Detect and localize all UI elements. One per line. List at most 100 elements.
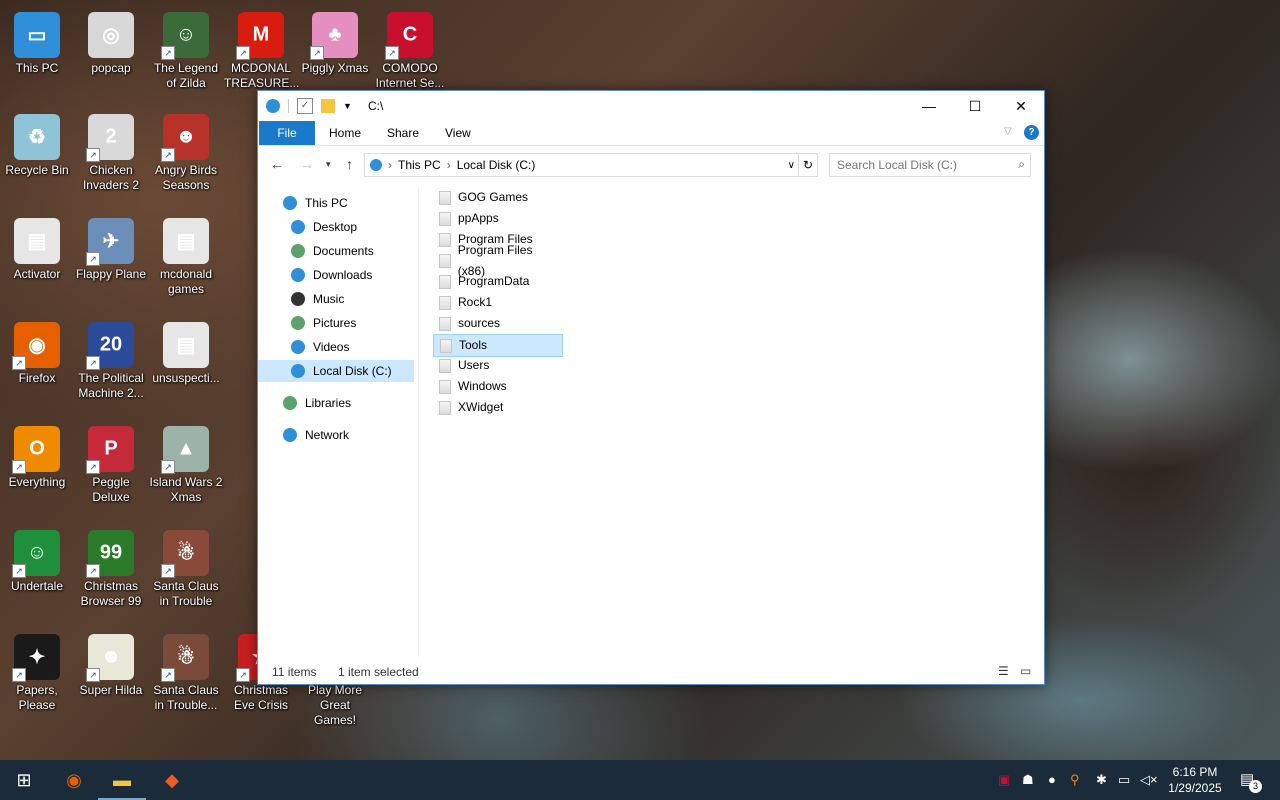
close-button[interactable]: ✕: [998, 91, 1044, 121]
search-box[interactable]: ⌕: [829, 153, 1031, 177]
desktop-icon-label: The Legend of Zilda: [153, 61, 219, 90]
folder-item[interactable]: sources: [433, 313, 561, 334]
folder-item[interactable]: Tools: [433, 334, 563, 357]
folder-item[interactable]: ppApps: [433, 208, 561, 229]
brave-taskbar-icon[interactable]: ◆: [148, 760, 196, 800]
tab-home[interactable]: Home: [315, 121, 375, 145]
desktop-icon-mcdonald-games[interactable]: ▤ mcdonald games: [149, 214, 223, 297]
tab-share[interactable]: Share: [373, 121, 433, 145]
nav-item-local-disk-c[interactable]: Local Disk (C:): [258, 360, 414, 382]
desktop-icon-unsuspecti[interactable]: ▤ unsuspecti...: [149, 318, 223, 386]
desktop-icon-comodo-internet-se[interactable]: C ↗ COMODO Internet Se...: [373, 8, 447, 91]
desktop-icon-piggly-xmas[interactable]: ♣ ↗ Piggly Xmas: [298, 8, 372, 76]
folder-name: ProgramData: [458, 274, 530, 288]
properties-icon[interactable]: ✓: [297, 98, 313, 114]
title-bar[interactable]: ✓ ▼ C:\ — ☐ ✕: [258, 91, 1044, 121]
folder-item[interactable]: XWidget: [433, 397, 561, 418]
search-input[interactable]: [830, 154, 1009, 176]
desktop-icon-firefox[interactable]: ◉ ↗ Firefox: [0, 318, 74, 386]
nav-item-documents[interactable]: Documents: [258, 240, 414, 262]
details-view-icon[interactable]: ☰: [998, 664, 1009, 678]
tab-view[interactable]: View: [431, 121, 485, 145]
desktop-icon-flappy-plane[interactable]: ✈ ↗ Flappy Plane: [74, 214, 148, 282]
tab-file[interactable]: File: [259, 121, 315, 145]
desktop-icon-label: Papers, Please: [16, 683, 58, 712]
nav-item-libraries[interactable]: Libraries: [258, 392, 414, 414]
everything-tray-icon[interactable]: ⚲: [1070, 760, 1080, 800]
people-tray-icon[interactable]: ☗: [1022, 760, 1034, 800]
maximize-button[interactable]: ☐: [952, 91, 998, 121]
minimize-button[interactable]: —: [906, 91, 952, 121]
folder-item[interactable]: Program Files (x86): [433, 243, 561, 278]
refresh-icon: ↻: [802, 158, 814, 172]
nav-item-pictures[interactable]: Pictures: [258, 312, 414, 334]
desktop-icon-chicken-invaders-2[interactable]: 2 ↗ Chicken Invaders 2: [74, 110, 148, 193]
desktop-icon-santa-claus-in-trouble[interactable]: ☃ ↗ Santa Claus in Trouble...: [149, 630, 223, 713]
icon-glyph: ☃: [177, 646, 195, 669]
downloads-icon: [291, 268, 305, 282]
folder-name: Rock1: [458, 295, 493, 309]
desktop-icon-undertale[interactable]: ☺ ↗ Undertale: [0, 526, 74, 594]
the-legend-of-zilda-icon: ☺ ↗: [161, 12, 209, 60]
water-drop-tray-icon[interactable]: ●: [1048, 760, 1056, 800]
desktop-icon-papers-please[interactable]: ✦ ↗ Papers, Please: [0, 630, 74, 713]
nav-item-this-pc[interactable]: This PC: [258, 192, 414, 214]
folder-item[interactable]: Windows: [433, 376, 561, 397]
folder-name: Windows: [458, 379, 507, 393]
sparkle-tray-icon[interactable]: ✱: [1096, 760, 1107, 800]
folder-item[interactable]: Users: [433, 355, 561, 376]
desktop-icon-activator[interactable]: ▤ Activator: [0, 214, 74, 282]
desktop-icon-santa-claus-in-trouble[interactable]: ☃ ↗ Santa Claus in Trouble: [149, 526, 223, 609]
desktop-icon-peggle-deluxe[interactable]: P ↗ Peggle Deluxe: [74, 422, 148, 505]
desktop-icon-angry-birds-seasons[interactable]: ☻ ↗ Angry Birds Seasons: [149, 110, 223, 193]
file-explorer-taskbar-icon[interactable]: ▬: [98, 760, 146, 800]
desktop-icon-popcap[interactable]: ◎ popcap: [74, 8, 148, 76]
desktop-icon-the-legend-of-zilda[interactable]: ☺ ↗ The Legend of Zilda: [149, 8, 223, 91]
firefox-taskbar-icon[interactable]: ◉: [50, 760, 98, 800]
refresh-button[interactable]: ↻: [798, 153, 818, 177]
folder-item[interactable]: Rock1: [433, 292, 561, 313]
address-bar[interactable]: › This PC › Local Disk (C:) ∨: [364, 153, 818, 177]
expand-ribbon-chevron-icon[interactable]: ▽: [1004, 126, 1012, 137]
nav-item-label: Music: [313, 292, 345, 306]
windows-start-icon[interactable]: ⊞: [0, 760, 48, 800]
desktop-icon-island-wars-2-xmas[interactable]: ▲ ↗ Island Wars 2 Xmas: [149, 422, 223, 505]
icon-glyph: M: [252, 23, 270, 46]
comodo-tray-icon[interactable]: ▣: [998, 760, 1010, 800]
folder-item[interactable]: ProgramData: [433, 271, 561, 292]
up-arrow-icon[interactable]: ↑: [346, 156, 353, 172]
desktop-icon-this-pc[interactable]: ▭ This PC: [0, 8, 74, 76]
shortcut-arrow-icon: ↗: [161, 460, 175, 474]
desktop-icon-the-political-machine-2[interactable]: 20 ↗ The Political Machine 2...: [74, 318, 148, 401]
folder-item[interactable]: GOG Games: [433, 187, 561, 208]
nav-item-network[interactable]: Network: [258, 424, 414, 446]
new-folder-icon[interactable]: [321, 99, 335, 113]
firefox-icon: ◉ ↗: [12, 322, 60, 370]
nav-item-music[interactable]: Music: [258, 288, 414, 310]
volume-muted-icon[interactable]: ◁×: [1140, 760, 1158, 800]
breadcrumb-this-pc[interactable]: This PC: [398, 158, 441, 172]
help-icon[interactable]: ?: [1024, 125, 1039, 140]
desktop-icon-mcdonal-treasure[interactable]: M ↗ MCDONAL TREASURE...: [224, 8, 299, 91]
clock[interactable]: 6:16 PM 1/29/2025: [1162, 764, 1228, 796]
folder-name: GOG Games: [458, 190, 529, 204]
desktop-icon-super-hilda[interactable]: ☻ ↗ Super Hilda: [74, 630, 148, 698]
desktop-icon-christmas-browser-99[interactable]: 99 ↗ Christmas Browser 99: [74, 526, 148, 609]
address-history-chevron-icon[interactable]: ∨: [788, 160, 795, 171]
separator: [288, 99, 289, 113]
forward-arrow-icon[interactable]: →: [300, 156, 314, 172]
recent-locations-chevron-icon[interactable]: ▾: [326, 159, 331, 170]
back-arrow-icon[interactable]: ←: [270, 156, 284, 172]
nav-item-downloads[interactable]: Downloads: [258, 264, 414, 286]
status-bar: 11 items 1 item selected ☰ ▭: [258, 660, 1044, 684]
nav-item-desktop[interactable]: Desktop: [258, 216, 414, 238]
desktop-icon-recycle-bin[interactable]: ♻ Recycle Bin: [0, 110, 74, 178]
network-tray-icon[interactable]: ▭: [1118, 760, 1130, 800]
desktop-icon-label: popcap: [91, 61, 131, 75]
breadcrumb-local-disk[interactable]: Local Disk (C:): [457, 158, 536, 172]
nav-item-videos[interactable]: Videos: [258, 336, 414, 358]
large-icons-view-icon[interactable]: ▭: [1020, 664, 1031, 678]
desktop-icon-everything[interactable]: O ↗ Everything: [0, 422, 74, 490]
icon-glyph: ♣: [328, 23, 342, 46]
customize-toolbar-chevron-icon[interactable]: ▼: [343, 101, 352, 111]
